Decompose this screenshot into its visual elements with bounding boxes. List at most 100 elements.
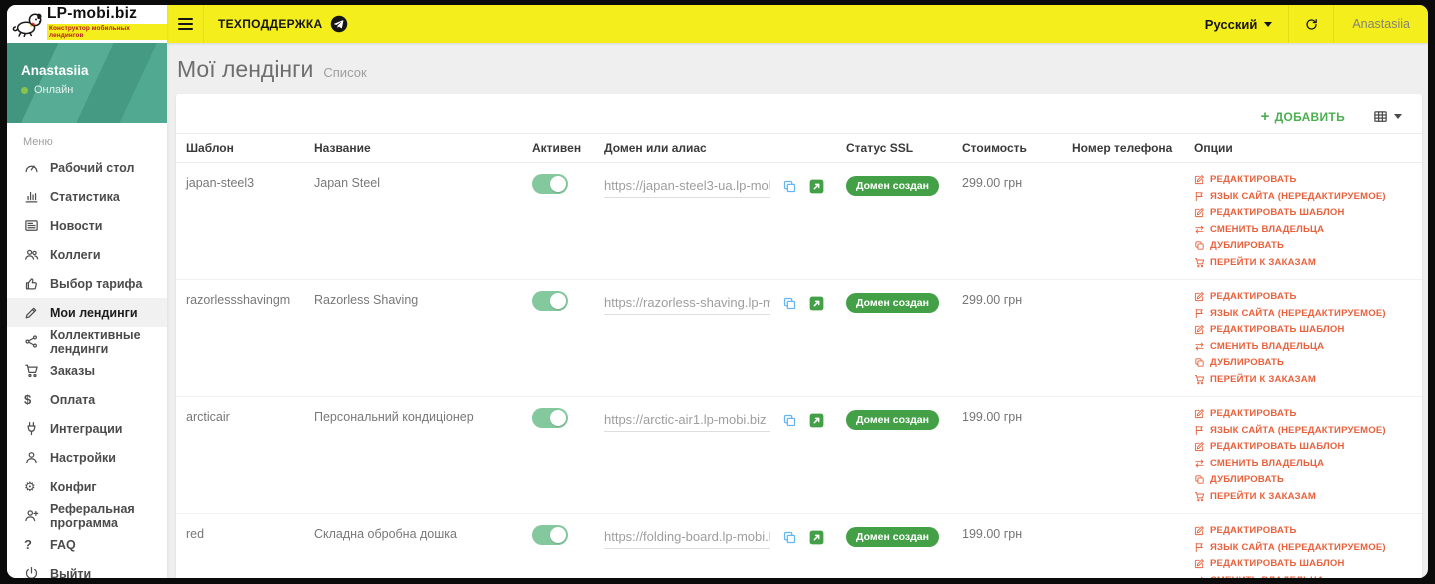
sidebar-item-label: Статистика (50, 189, 120, 204)
option-link[interactable]: РЕДАКТИРОВАТЬ ШАБЛОН (1194, 558, 1412, 569)
options-cell: РЕДАКТИРОВАТЬ ЯЗЫК САЙТА (НЕРЕДАКТИРУЕМОЕ… (1184, 279, 1422, 397)
price-cell: 299.00 грн (952, 162, 1062, 280)
option-link[interactable]: ПЕРЕЙТИ К ЗАКАЗАМ (1194, 491, 1412, 502)
option-link[interactable]: РЕДАКТИРОВАТЬ (1194, 174, 1412, 185)
power-icon (24, 566, 39, 578)
table-row: razorlessshavingmRazorless Shaving Домен … (176, 279, 1422, 397)
option-link[interactable]: ЯЗЫК САЙТА (НЕРЕДАКТИРУЕМОЕ) (1194, 308, 1412, 319)
sidebar-item-power[interactable]: Выйти (7, 559, 167, 578)
language-label: Русский (1204, 16, 1258, 32)
option-link[interactable]: ДУБЛИРОВАТЬ (1194, 474, 1412, 485)
option-link[interactable]: РЕДАКТИРОВАТЬ ШАБЛОН (1194, 207, 1412, 218)
option-link[interactable]: СМЕНИТЬ ВЛАДЕЛЬЦА (1194, 458, 1412, 469)
open-site-button[interactable] (809, 179, 824, 194)
domain-input[interactable] (604, 410, 770, 432)
option-label: СМЕНИТЬ ВЛАДЕЛЬЦА (1210, 223, 1325, 235)
domain-cell (594, 162, 836, 280)
landings-table: Шаблон Название Активен Домен или алиас Стат… (176, 133, 1422, 578)
phone-cell (1062, 396, 1184, 514)
sidebar-item-dashboard[interactable]: Рабочий стол (7, 153, 167, 182)
topbar-username[interactable]: Anastasiia (1334, 17, 1428, 31)
active-toggle[interactable] (532, 408, 568, 428)
table-grid-icon (1373, 109, 1388, 124)
sidebar-item-label: FAQ (50, 537, 76, 552)
columns-dropdown-button[interactable] (1373, 109, 1402, 124)
sidebar-item-news[interactable]: Новости (7, 211, 167, 240)
option-link[interactable]: ПЕРЕЙТИ К ЗАКАЗАМ (1194, 257, 1412, 268)
option-link[interactable]: СМЕНИТЬ ВЛАДЕЛЬЦА (1194, 224, 1412, 235)
option-link[interactable]: ДУБЛИРОВАТЬ (1194, 240, 1412, 251)
option-link[interactable]: РЕДАКТИРОВАТЬ ШАБЛОН (1194, 441, 1412, 452)
option-link[interactable]: РЕДАКТИРОВАТЬ (1194, 291, 1412, 302)
option-link[interactable]: ДУБЛИРОВАТЬ (1194, 357, 1412, 368)
cart-icon (1194, 491, 1205, 502)
option-link[interactable]: СМЕНИТЬ ВЛАДЕЛЬЦА (1194, 341, 1412, 352)
domain-input[interactable] (604, 293, 770, 315)
sidebar-item-plug[interactable]: Интеграции (7, 414, 167, 443)
sidebar-item-chart[interactable]: Статистика (7, 182, 167, 211)
sidebar-item-share[interactable]: Коллективные лендинги (7, 327, 167, 356)
sidebar-item-label: Коллективные лендинги (50, 327, 141, 356)
sidebar-item-users[interactable]: Коллеги (7, 240, 167, 269)
option-link[interactable]: РЕДАКТИРОВАТЬ (1194, 525, 1412, 536)
card-toolbar: + ДОБАВИТЬ (176, 94, 1422, 133)
support-button[interactable]: ТЕХПОДДЕРЖКА (218, 15, 348, 33)
sidebar: LP-mobi.biz Конструктор мобильных лендин… (7, 5, 167, 578)
sidebar-item-dollar[interactable]: $ Оплата (7, 385, 167, 414)
ssl-status-badge: Домен создан (846, 176, 939, 196)
option-link[interactable]: ЯЗЫК САЙТА (НЕРЕДАКТИРУЕМОЕ) (1194, 542, 1412, 553)
active-toggle[interactable] (532, 525, 568, 545)
domain-input[interactable] (604, 176, 770, 198)
option-link[interactable]: ЯЗЫК САЙТА (НЕРЕДАКТИРУЕМОЕ) (1194, 425, 1412, 436)
sidebar-item-user-plus[interactable]: Реферальная программа (7, 501, 167, 530)
refresh-button[interactable] (1289, 5, 1333, 43)
support-label: ТЕХПОДДЕРЖКА (218, 17, 323, 31)
user-icon (24, 450, 39, 465)
option-label: СМЕНИТЬ ВЛАДЕЛЬЦА (1210, 457, 1325, 469)
cart-icon (1194, 374, 1205, 385)
main-content: Мої лендінги Список + ДОБАВИТЬ Шаблон На… (167, 43, 1428, 578)
domain-input[interactable] (604, 527, 770, 549)
sidebar-item-pen[interactable]: Мои лендинги (7, 298, 167, 327)
phone-cell (1062, 279, 1184, 397)
logo[interactable]: LP-mobi.biz Конструктор мобильных лендин… (7, 5, 167, 43)
copy-domain-button[interactable] (782, 296, 797, 311)
active-toggle[interactable] (532, 174, 568, 194)
open-site-button[interactable] (809, 530, 824, 545)
template-cell: japan-steel3 (176, 162, 304, 280)
add-button[interactable]: + ДОБАВИТЬ (1261, 109, 1345, 124)
page-subtitle: Список (323, 65, 367, 80)
sidebar-item-label: Оплата (50, 392, 96, 407)
sidebar-item-question[interactable]: ? FAQ (7, 530, 167, 559)
sidebar-item-label: Реферальная программа (50, 501, 135, 530)
hamburger-menu-button[interactable] (167, 5, 204, 43)
copy-domain-button[interactable] (782, 179, 797, 194)
copy-domain-button[interactable] (782, 413, 797, 428)
open-site-button[interactable] (809, 413, 824, 428)
sidebar-item-label: Новости (50, 218, 103, 233)
copy-domain-button[interactable] (782, 530, 797, 545)
active-toggle[interactable] (532, 291, 568, 311)
users-icon (24, 247, 39, 262)
open-site-button[interactable] (809, 296, 824, 311)
option-link[interactable]: СМЕНИТЬ ВЛАДЕЛЬЦА (1194, 575, 1412, 578)
column-header: Шаблон (176, 133, 304, 163)
ssl-status-badge: Домен создан (846, 527, 939, 547)
sidebar-item-cart[interactable]: Заказы (7, 356, 167, 385)
phone-cell (1062, 513, 1184, 578)
option-label: ДУБЛИРОВАТЬ (1210, 474, 1285, 485)
cart-icon (1194, 257, 1205, 268)
sidebar-item-thumb[interactable]: Выбор тарифа (7, 269, 167, 298)
edit-icon (1194, 408, 1205, 419)
sidebar-item-gears[interactable]: ⚙ Конфиг (7, 472, 167, 501)
dog-logo-icon (12, 11, 44, 38)
language-dropdown[interactable]: Русский (1189, 5, 1289, 43)
exchange-icon (1194, 224, 1205, 235)
sidebar-item-label: Конфиг (50, 479, 97, 494)
option-link[interactable]: ЯЗЫК САЙТА (НЕРЕДАКТИРУЕМОЕ) (1194, 191, 1412, 202)
table-row: redСкладна обробна дошка Домен создан 199.… (176, 513, 1422, 578)
option-link[interactable]: РЕДАКТИРОВАТЬ ШАБЛОН (1194, 324, 1412, 335)
option-link[interactable]: ПЕРЕЙТИ К ЗАКАЗАМ (1194, 374, 1412, 385)
sidebar-item-user[interactable]: Настройки (7, 443, 167, 472)
option-link[interactable]: РЕДАКТИРОВАТЬ (1194, 408, 1412, 419)
